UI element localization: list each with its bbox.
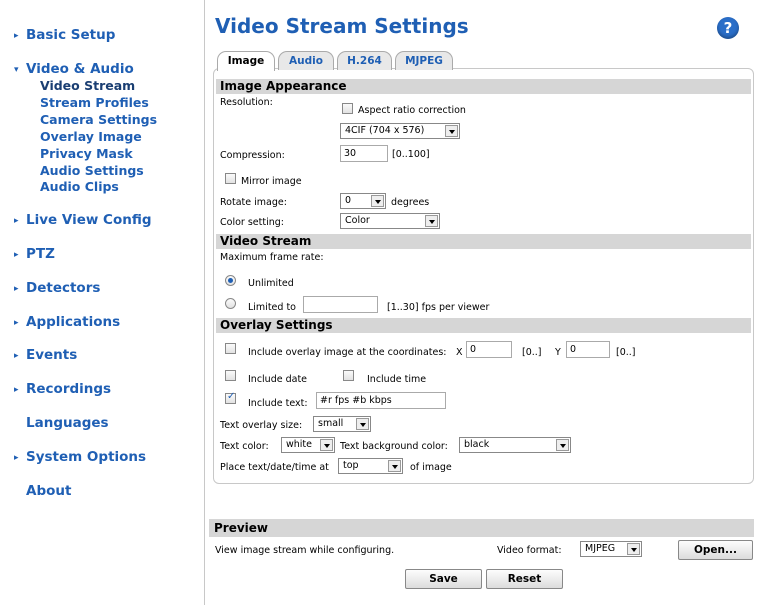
text-color-label: Text color: xyxy=(220,441,269,452)
chevron-right-icon: ▸ xyxy=(14,453,19,463)
unlimited-label: Unlimited xyxy=(248,278,294,289)
text-overlay-size-label: Text overlay size: xyxy=(220,420,303,431)
include-date-label: Include date xyxy=(248,374,308,385)
sidebar-item-live-view-config[interactable]: ▸ Live View Config xyxy=(14,212,152,228)
max-frame-rate-label: Maximum frame rate: xyxy=(220,252,324,263)
sidebar-subitem-audio-clips[interactable]: Audio Clips xyxy=(40,178,119,195)
sidebar-item-about[interactable]: About xyxy=(14,483,71,499)
overlay-text-input[interactable]: #r fps #b kbps xyxy=(316,392,446,409)
color-setting-label: Color setting: xyxy=(220,217,284,228)
sidebar-subitem-audio-settings[interactable]: Audio Settings xyxy=(40,162,144,179)
text-size-select[interactable]: small xyxy=(313,416,371,432)
include-overlay-image-label: Include overlay image at the coordinates… xyxy=(248,347,447,358)
chevron-right-icon: ▸ xyxy=(14,385,19,395)
chevron-right-icon: ▸ xyxy=(14,216,19,226)
place-text-label: Place text/date/time at xyxy=(220,462,329,473)
include-text-checkbox[interactable] xyxy=(225,391,236,404)
dropdown-arrow-icon xyxy=(445,125,458,137)
sidebar-item-video-audio[interactable]: ▾ Video & Audio xyxy=(14,61,134,77)
y-coordinate-input[interactable]: 0 xyxy=(566,341,610,358)
include-time-checkbox[interactable] xyxy=(343,370,354,381)
place-text-select[interactable]: top xyxy=(338,458,403,474)
x-coordinate-input[interactable]: 0 xyxy=(466,341,512,358)
section-overlay-settings: Overlay Settings xyxy=(216,318,751,333)
include-date-checkbox[interactable] xyxy=(225,370,236,381)
video-format-label: Video format: xyxy=(497,545,562,556)
dropdown-arrow-icon xyxy=(627,543,640,555)
text-color-select[interactable]: white xyxy=(281,437,335,453)
compression-label: Compression: xyxy=(220,150,285,161)
limited-radio[interactable] xyxy=(225,298,236,309)
fps-range: [1..30] fps per viewer xyxy=(387,302,490,313)
tab-audio[interactable]: Audio xyxy=(278,51,334,70)
include-time-label: Include time xyxy=(367,374,427,385)
resolution-label: Resolution: xyxy=(220,97,273,108)
sidebar-subitem-stream-profiles[interactable]: Stream Profiles xyxy=(40,94,149,111)
sidebar-subitem-camera-settings[interactable]: Camera Settings xyxy=(40,111,157,128)
dropdown-arrow-icon xyxy=(425,215,438,227)
sidebar-item-events[interactable]: ▸ Events xyxy=(14,347,77,363)
preview-description: View image stream while configuring. xyxy=(215,545,395,556)
text-background-color-label: Text background color: xyxy=(340,441,448,452)
chevron-down-icon: ▾ xyxy=(14,65,19,75)
aspect-ratio-checkbox[interactable] xyxy=(342,103,353,114)
video-format-select[interactable]: MJPEG xyxy=(580,541,642,557)
compression-range: [0..100] xyxy=(392,149,430,160)
section-preview: Preview xyxy=(209,519,754,537)
open-button[interactable]: Open... xyxy=(678,540,753,560)
x-range: [0..] xyxy=(522,347,542,358)
sidebar-subitem-privacy-mask[interactable]: Privacy Mask xyxy=(40,145,133,162)
sidebar-item-ptz[interactable]: ▸ PTZ xyxy=(14,246,55,262)
resolution-select[interactable]: 4CIF (704 x 576) xyxy=(340,123,460,139)
page-title: Video Stream Settings xyxy=(215,14,469,38)
include-text-label: Include text: xyxy=(248,398,308,409)
chevron-right-icon: ▸ xyxy=(14,250,19,260)
rotate-select[interactable]: 0 xyxy=(340,193,386,209)
sidebar-subitem-video-stream[interactable]: Video Stream xyxy=(40,77,135,94)
chevron-right-icon: ▸ xyxy=(14,31,19,41)
sidebar-item-applications[interactable]: ▸ Applications xyxy=(14,314,120,330)
chevron-right-icon: ▸ xyxy=(14,351,19,361)
rotate-unit: degrees xyxy=(391,197,430,208)
dropdown-arrow-icon xyxy=(388,460,401,472)
section-video-stream: Video Stream xyxy=(216,234,751,249)
sidebar-item-recordings[interactable]: ▸ Recordings xyxy=(14,381,111,397)
tab-mjpeg[interactable]: MJPEG xyxy=(395,51,453,70)
dropdown-arrow-icon xyxy=(556,439,569,451)
mirror-image-label: Mirror image xyxy=(241,176,302,187)
reset-button[interactable]: Reset xyxy=(486,569,563,589)
unlimited-radio[interactable] xyxy=(225,275,236,286)
tab-image[interactable]: Image xyxy=(217,51,275,71)
sidebar-nav: ▸ Basic Setup ▾ Video & Audio Video Stream… xyxy=(0,0,205,605)
place-text-suffix: of image xyxy=(410,462,452,473)
sidebar-item-system-options[interactable]: ▸ System Options xyxy=(14,449,146,465)
dropdown-arrow-icon xyxy=(356,418,369,430)
compression-input[interactable]: 30 xyxy=(340,145,388,162)
sidebar-item-basic-setup[interactable]: ▸ Basic Setup xyxy=(14,27,115,43)
save-button[interactable]: Save xyxy=(405,569,482,589)
help-icon[interactable]: ? xyxy=(717,17,739,39)
sidebar-subitem-overlay-image[interactable]: Overlay Image xyxy=(40,128,142,145)
color-setting-select[interactable]: Color xyxy=(340,213,440,229)
include-overlay-image-checkbox[interactable] xyxy=(225,343,236,354)
aspect-ratio-label: Aspect ratio correction xyxy=(358,105,466,116)
dropdown-arrow-icon xyxy=(320,439,333,451)
limited-fps-input[interactable] xyxy=(303,296,378,313)
sidebar-item-detectors[interactable]: ▸ Detectors xyxy=(14,280,100,296)
y-coordinate-label: Y xyxy=(555,347,561,358)
tab-h264[interactable]: H.264 xyxy=(337,51,392,70)
text-background-color-select[interactable]: black xyxy=(459,437,571,453)
chevron-right-icon: ▸ xyxy=(14,284,19,294)
limited-label: Limited to xyxy=(248,302,296,313)
dropdown-arrow-icon xyxy=(371,195,384,207)
section-image-appearance: Image Appearance xyxy=(216,79,751,94)
sidebar-item-languages[interactable]: Languages xyxy=(14,415,109,431)
mirror-image-checkbox[interactable] xyxy=(225,173,236,184)
chevron-right-icon: ▸ xyxy=(14,318,19,328)
rotate-label: Rotate image: xyxy=(220,197,287,208)
y-range: [0..] xyxy=(616,347,636,358)
x-coordinate-label: X xyxy=(456,347,463,358)
